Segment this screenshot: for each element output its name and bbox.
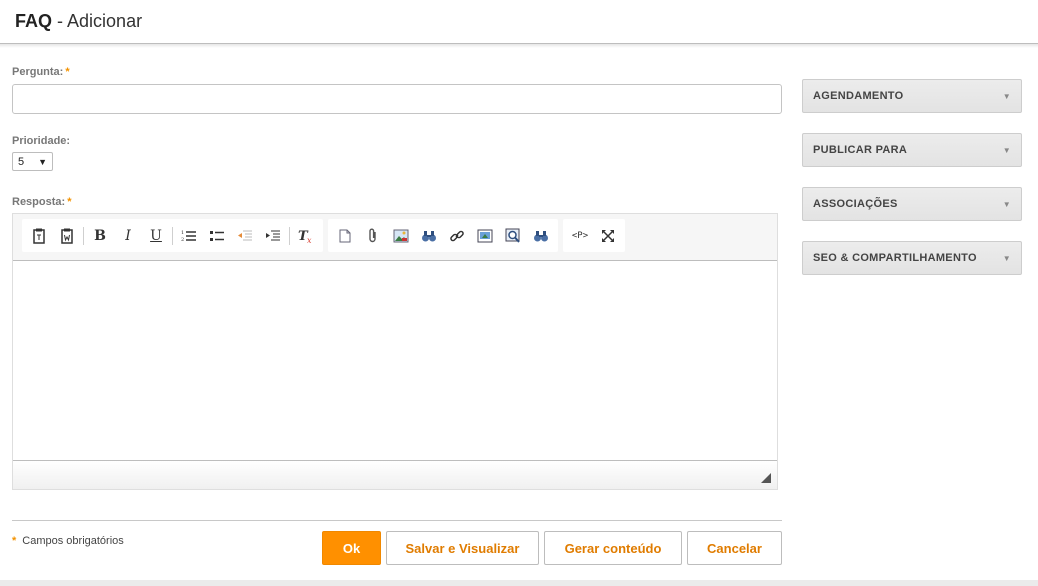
editor-toolbar: B I U 12 Tx <P> bbox=[13, 214, 777, 261]
svg-text:x: x bbox=[307, 236, 312, 244]
svg-text:1: 1 bbox=[181, 230, 184, 236]
insert-media-icon[interactable] bbox=[471, 223, 499, 249]
panel-scheduling-label: AGENDAMENTO bbox=[813, 90, 904, 102]
priority-label: Prioridade: bbox=[12, 135, 71, 147]
header-shadow bbox=[0, 44, 1038, 48]
bulleted-list-icon[interactable] bbox=[203, 223, 231, 249]
decrease-indent-icon[interactable] bbox=[231, 223, 259, 249]
question-label: Pergunta: * bbox=[12, 66, 70, 78]
page-bottom-border bbox=[0, 580, 1038, 586]
priority-value: 5 bbox=[18, 155, 25, 168]
chevron-down-icon: ▼ bbox=[1002, 91, 1011, 101]
panel-seo-sharing[interactable]: SEO & COMPARTILHAMENTO ▼ bbox=[802, 241, 1022, 275]
page-title-module: FAQ bbox=[15, 11, 53, 31]
form-divider bbox=[12, 520, 782, 521]
chevron-down-icon: ▼ bbox=[1002, 199, 1011, 209]
panel-publish-to-label: PUBLICAR PARA bbox=[813, 144, 908, 156]
toolbar-separator bbox=[172, 226, 173, 245]
new-page-icon[interactable] bbox=[331, 223, 359, 249]
required-note-text: Campos obrigatórios bbox=[22, 535, 124, 547]
paste-word-icon[interactable] bbox=[53, 223, 81, 249]
replace-icon[interactable] bbox=[527, 223, 555, 249]
answer-label: Resposta: * bbox=[12, 196, 71, 208]
page-header: FAQ - Adicionar bbox=[0, 0, 1038, 44]
source-code-icon[interactable]: <P> bbox=[566, 223, 594, 249]
numbered-list-icon[interactable]: 12 bbox=[175, 223, 203, 249]
cancel-button[interactable]: Cancelar bbox=[687, 531, 782, 565]
italic-icon[interactable]: I bbox=[114, 223, 142, 249]
toolbar-group-insert bbox=[328, 219, 558, 252]
required-fields-note: * Campos obrigatórios bbox=[12, 535, 124, 547]
toolbar-separator bbox=[83, 226, 84, 245]
link-icon[interactable] bbox=[443, 223, 471, 249]
page-title-separator: - bbox=[52, 11, 68, 31]
required-marker: * bbox=[65, 66, 70, 78]
priority-select[interactable]: 5 ▼ bbox=[12, 152, 53, 171]
attachment-icon[interactable] bbox=[359, 223, 387, 249]
panel-publish-to[interactable]: PUBLICAR PARA ▼ bbox=[802, 133, 1022, 167]
find-icon[interactable] bbox=[415, 223, 443, 249]
page-title-action: Adicionar bbox=[67, 11, 143, 31]
editor-status-bar bbox=[13, 460, 777, 489]
required-marker: * bbox=[12, 535, 17, 547]
generate-content-button[interactable]: Gerar conteúdo bbox=[544, 531, 682, 565]
preview-icon[interactable] bbox=[499, 223, 527, 249]
toolbar-group-formatting: B I U 12 Tx bbox=[22, 219, 323, 252]
resize-handle-icon[interactable] bbox=[761, 473, 771, 483]
panel-associations[interactable]: ASSOCIAÇÕES ▼ bbox=[802, 187, 1022, 221]
toolbar-group-view: <P> bbox=[563, 219, 625, 252]
required-marker: * bbox=[67, 196, 72, 208]
save-and-view-button[interactable]: Salvar e Visualizar bbox=[386, 531, 539, 565]
answer-label-text: Resposta: bbox=[12, 196, 66, 208]
panel-associations-label: ASSOCIAÇÕES bbox=[813, 198, 898, 210]
paste-text-icon[interactable] bbox=[25, 223, 53, 249]
svg-text:2: 2 bbox=[181, 237, 184, 243]
ok-button[interactable]: Ok bbox=[322, 531, 381, 565]
image-icon[interactable] bbox=[387, 223, 415, 249]
question-input[interactable] bbox=[12, 84, 782, 114]
question-label-text: Pergunta: bbox=[12, 66, 64, 78]
panel-seo-sharing-label: SEO & COMPARTILHAMENTO bbox=[813, 252, 977, 264]
chevron-down-icon: ▼ bbox=[1002, 253, 1011, 263]
chevron-down-icon: ▼ bbox=[1002, 145, 1011, 155]
panel-scheduling[interactable]: AGENDAMENTO ▼ bbox=[802, 79, 1022, 113]
toolbar-separator bbox=[289, 226, 290, 245]
remove-format-icon[interactable]: Tx bbox=[292, 223, 320, 249]
editor-content-area[interactable] bbox=[13, 261, 777, 461]
rich-text-editor: B I U 12 Tx <P> bbox=[12, 213, 778, 490]
maximize-icon[interactable] bbox=[594, 223, 622, 249]
bold-icon[interactable]: B bbox=[86, 223, 114, 249]
underline-icon[interactable]: U bbox=[142, 223, 170, 249]
chevron-down-icon: ▼ bbox=[38, 156, 47, 167]
increase-indent-icon[interactable] bbox=[259, 223, 287, 249]
